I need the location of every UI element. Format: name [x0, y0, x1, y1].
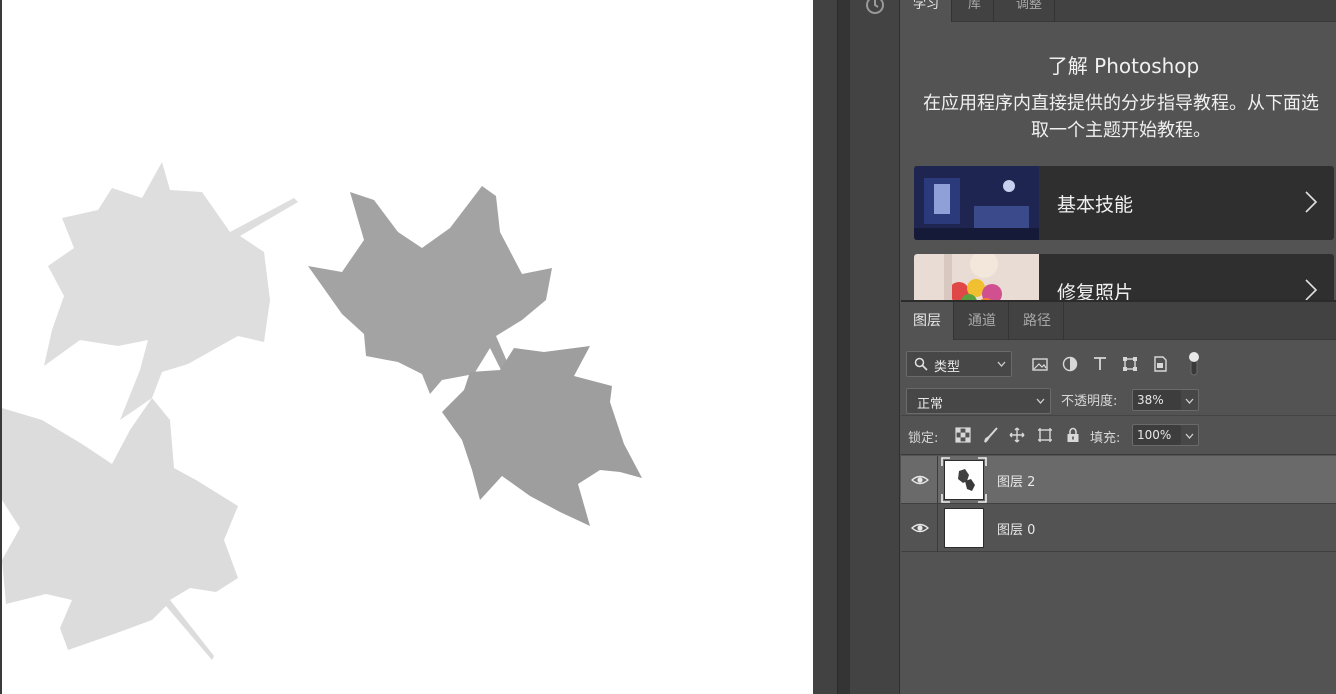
tutorial-label-basic-skills: 基本技能 [1057, 194, 1134, 216]
lock-label: 锁定: [908, 431, 939, 446]
canvas-scroll-gutter[interactable] [813, 0, 837, 694]
opacity-input[interactable]: 38% [1132, 389, 1182, 411]
learn-description: 在应用程序内直接提供的分步指导教程。从下面选取一个主题开始教程。 [923, 93, 1319, 141]
layer-name-layer-2: 图层 2 [997, 475, 1036, 490]
tab-adjustments[interactable]: 调整 [1004, 0, 1056, 22]
canvas-artwork [2, 162, 642, 660]
learn-panel: 学习 库 调整 了解 Photoshop 在应用程序内直接提供的分步指导教程。从… [901, 0, 1336, 300]
type-filter-icon[interactable] [1091, 355, 1109, 373]
lock-fill-row: 锁定: 填充: 100% [901, 415, 1336, 455]
panel-divider[interactable] [837, 0, 850, 694]
opacity-dropdown[interactable] [1181, 389, 1199, 411]
learn-title: 了解 Photoshop [1047, 54, 1200, 78]
leaf-dark-bottom [442, 346, 642, 526]
search-icon [914, 357, 928, 371]
tab-learn[interactable]: 学习 [901, 0, 953, 22]
tutorial-label-fix-photos: 修复照片 [1057, 282, 1134, 300]
photoshop-window: 学习 库 调整 了解 Photoshop 在应用程序内直接提供的分步指导教程。从… [0, 0, 1336, 694]
layer-filter-row: 类型 [901, 347, 1336, 377]
lock-artboard-icon[interactable] [1037, 427, 1053, 443]
lock-all-icon[interactable] [1065, 427, 1081, 443]
layer-row-divider [937, 504, 938, 552]
layer-name-layer-0: 图层 0 [997, 523, 1036, 538]
layers-panel-tabs: 图层 通道 路径 [901, 302, 1336, 340]
layer-kind-filter[interactable]: 类型 [906, 351, 1012, 377]
basic-skills-thumbnail [914, 166, 1039, 240]
tab-libraries[interactable]: 库 [956, 0, 995, 22]
visibility-eye-icon[interactable] [911, 473, 929, 487]
smart-object-filter-icon[interactable] [1151, 355, 1169, 373]
leaf-faint-top [44, 162, 298, 420]
chevron-right-icon [1305, 279, 1318, 300]
layer-row-layer-2[interactable]: 图层 2 [901, 456, 1336, 504]
filter-toggle-switch[interactable] [1188, 351, 1200, 377]
lock-position-icon[interactable] [1009, 427, 1025, 443]
chevron-down-icon [1185, 433, 1194, 439]
layer-row-layer-0[interactable]: 图层 0 [901, 504, 1336, 552]
visibility-eye-icon[interactable] [911, 521, 929, 535]
learn-panel-tabs: 学习 库 调整 [901, 0, 1336, 22]
fix-photos-thumbnail [914, 254, 1039, 300]
layer-thumbnail-layer-0[interactable] [944, 508, 984, 548]
opacity-label: 不透明度: [1061, 394, 1118, 409]
blend-opacity-row: 正常 不透明度: 38% [901, 385, 1336, 415]
fill-input[interactable]: 100% [1132, 424, 1182, 446]
fill-label: 填充: [1090, 431, 1121, 446]
chevron-down-icon [1185, 398, 1194, 404]
tutorial-card-fix-photos[interactable]: 修复照片 [914, 254, 1334, 300]
layer-thumbnail-layer-2[interactable] [944, 460, 984, 500]
kind-filter-label: 类型 [934, 360, 961, 375]
tab-paths[interactable]: 路径 [1011, 302, 1064, 340]
tutorial-card-basic-skills[interactable]: 基本技能 [914, 166, 1334, 240]
panel-icon-strip [850, 0, 900, 694]
layers-panel: 图层 通道 路径 类型 正常 不透明度: 38% 锁定: 填充: 100% 图层… [901, 300, 1336, 694]
blend-mode-value: 正常 [917, 397, 944, 412]
fill-dropdown[interactable] [1181, 424, 1199, 446]
layer-row-divider [937, 456, 938, 504]
image-filter-icon[interactable] [1031, 355, 1049, 373]
adjustment-filter-icon[interactable] [1061, 355, 1079, 373]
chevron-right-icon [1305, 191, 1318, 213]
document-canvas[interactable] [0, 0, 813, 694]
history-icon[interactable] [864, 0, 886, 16]
chevron-down-icon [997, 361, 1006, 367]
shape-filter-icon[interactable] [1121, 355, 1139, 373]
tab-channels[interactable]: 通道 [956, 302, 1009, 340]
leaves-thumbnail-art [958, 469, 975, 491]
chevron-down-icon [1036, 398, 1045, 404]
leaf-faint-bottom [2, 398, 238, 660]
lock-pixels-icon[interactable] [983, 427, 999, 443]
tab-layers[interactable]: 图层 [901, 302, 954, 340]
blend-mode-select[interactable]: 正常 [906, 388, 1051, 414]
lock-transparent-icon[interactable] [955, 427, 971, 443]
